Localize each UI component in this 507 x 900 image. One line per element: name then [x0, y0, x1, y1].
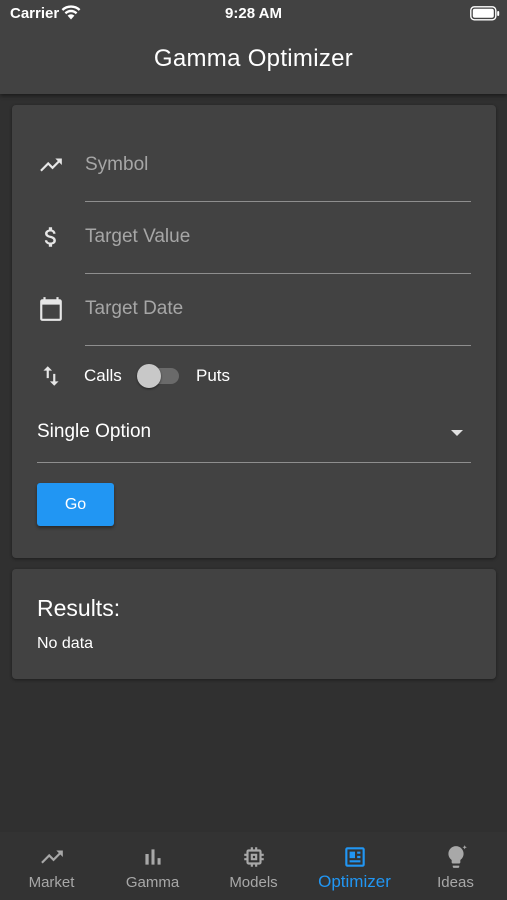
calls-puts-toggle[interactable] [137, 363, 183, 389]
nav-item-ideas[interactable]: Ideas [405, 832, 506, 900]
trending-up-icon [40, 850, 63, 864]
nav-item-models[interactable]: Models [203, 832, 304, 900]
trending-up-icon [40, 158, 62, 172]
bar-chart-icon [144, 849, 161, 865]
strategy-select[interactable]: Single Option [37, 413, 471, 455]
swap-vertical-icon [43, 366, 59, 386]
results-body: No data [37, 635, 94, 652]
symbol-input[interactable] [85, 145, 471, 185]
nav-label-optimizer: Optimizer [318, 872, 391, 891]
nav-label-market: Market [28, 874, 75, 891]
lightbulb-icon [447, 845, 467, 868]
battery-icon [470, 6, 500, 21]
target-value-underline [85, 273, 471, 274]
nav-label-ideas: Ideas [437, 874, 474, 891]
header: Carrier 9:28 AM Gamma Optimizer [0, 0, 507, 94]
status-time: 9:28 AM [225, 5, 282, 22]
screen: Carrier 9:28 AM Gamma Optimizer Symbol T… [0, 0, 507, 900]
chip-icon [243, 847, 264, 867]
target-date-input[interactable] [85, 289, 471, 329]
symbol-underline [85, 201, 471, 202]
status-bar: Carrier 9:28 AM [0, 0, 507, 28]
puts-label: Puts [196, 366, 231, 385]
nav-label-gamma: Gamma [125, 874, 180, 891]
calls-label: Calls [84, 366, 122, 385]
strategy-select-underline [37, 462, 471, 463]
nav-item-optimizer[interactable]: Optimizer [304, 832, 405, 900]
dollar-icon [44, 227, 56, 247]
bottom-nav: Market Gamma Models Optimizer Ideas [0, 832, 507, 900]
page-title: Gamma Optimizer [153, 45, 354, 72]
dashboard-icon [344, 847, 365, 867]
toggle-thumb[interactable] [137, 364, 161, 388]
strategy-select-value: Single Option [37, 421, 152, 442]
target-value-input[interactable] [85, 217, 471, 257]
nav-label-models: Models [229, 874, 278, 891]
target-date-underline [85, 345, 471, 346]
go-button[interactable]: Go [37, 483, 114, 526]
nav-item-market[interactable]: Market [1, 832, 102, 900]
optimizer-form-card: Calls Puts Single Option Go [12, 105, 496, 558]
dropdown-arrow-icon[interactable] [451, 430, 463, 436]
calendar-icon [40, 297, 62, 321]
nav-item-gamma[interactable]: Gamma [102, 832, 203, 900]
results-title: Results: [37, 595, 121, 621]
results-card: Results: No data [12, 569, 496, 679]
